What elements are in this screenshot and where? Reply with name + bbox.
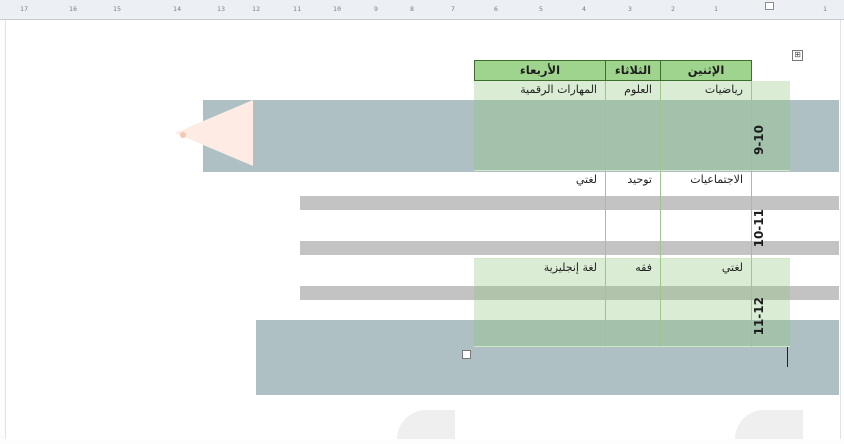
ruler-tick: 6 [494,5,499,13]
ruler-tick: 11 [293,5,302,13]
ruler-tick: 17 [20,5,29,13]
ruler-tick: 9 [374,5,379,13]
time-cell[interactable]: 9-10 [752,81,790,171]
table-cell[interactable]: لغة إنجليزية [474,259,606,347]
ruler-tick: 16 [69,5,78,13]
ruler-tick: 13 [217,5,226,13]
left-arrow-shape [175,100,253,166]
time-cell[interactable]: 11-12 [752,259,790,347]
text-cursor [787,347,788,367]
arrow-handle [180,132,186,138]
header-cell-tuesday[interactable]: الثلاثاء [605,60,661,81]
ruler-tick: 10 [333,5,342,13]
table-cell[interactable]: رياضيات [661,81,752,171]
time-label: 10-11 [752,209,766,248]
ruler-tick: 7 [451,5,456,13]
table-move-handle-icon[interactable]: ⊞ [792,50,803,61]
time-label: 11-12 [752,297,766,336]
table-resize-handle-icon[interactable] [462,350,471,359]
table-cell[interactable]: توحيد [606,171,661,259]
table-cell[interactable]: المهارات الرقمية [474,81,606,171]
ruler-tick: 1 [714,5,719,13]
ruler-tick: 5 [539,5,544,13]
header-cell-wednesday[interactable]: الأربعاء [474,60,606,81]
schedule-table[interactable]: الأربعاء الثلاثاء الإثنين المهارات الرقم… [474,60,790,347]
table-cell[interactable]: لغتي [474,171,606,259]
ruler-tick: 4 [582,5,587,13]
table-cell[interactable]: فقه [606,259,661,347]
ruler-tick: 12 [252,5,261,13]
ruler-tick: 14 [173,5,182,13]
ruler-indent-marker[interactable] [765,2,774,10]
ruler-tick: 2 [671,5,676,13]
ruler-tick: 8 [410,5,415,13]
table-cell[interactable]: لغتي [661,259,752,347]
horizontal-ruler[interactable]: 17 16 15 14 13 12 11 10 9 8 7 6 5 4 3 2 … [0,0,844,20]
ruler-tick: 1 [823,5,828,13]
table-cell[interactable]: العلوم [606,81,661,171]
ruler-tick: 3 [628,5,633,13]
table-cell[interactable]: الاجتماعيات [661,171,752,259]
header-cell-monday[interactable]: الإثنين [660,60,752,81]
time-label: 9-10 [752,125,766,156]
ruler-tick: 15 [113,5,122,13]
time-cell[interactable]: 10-11 [752,171,790,259]
